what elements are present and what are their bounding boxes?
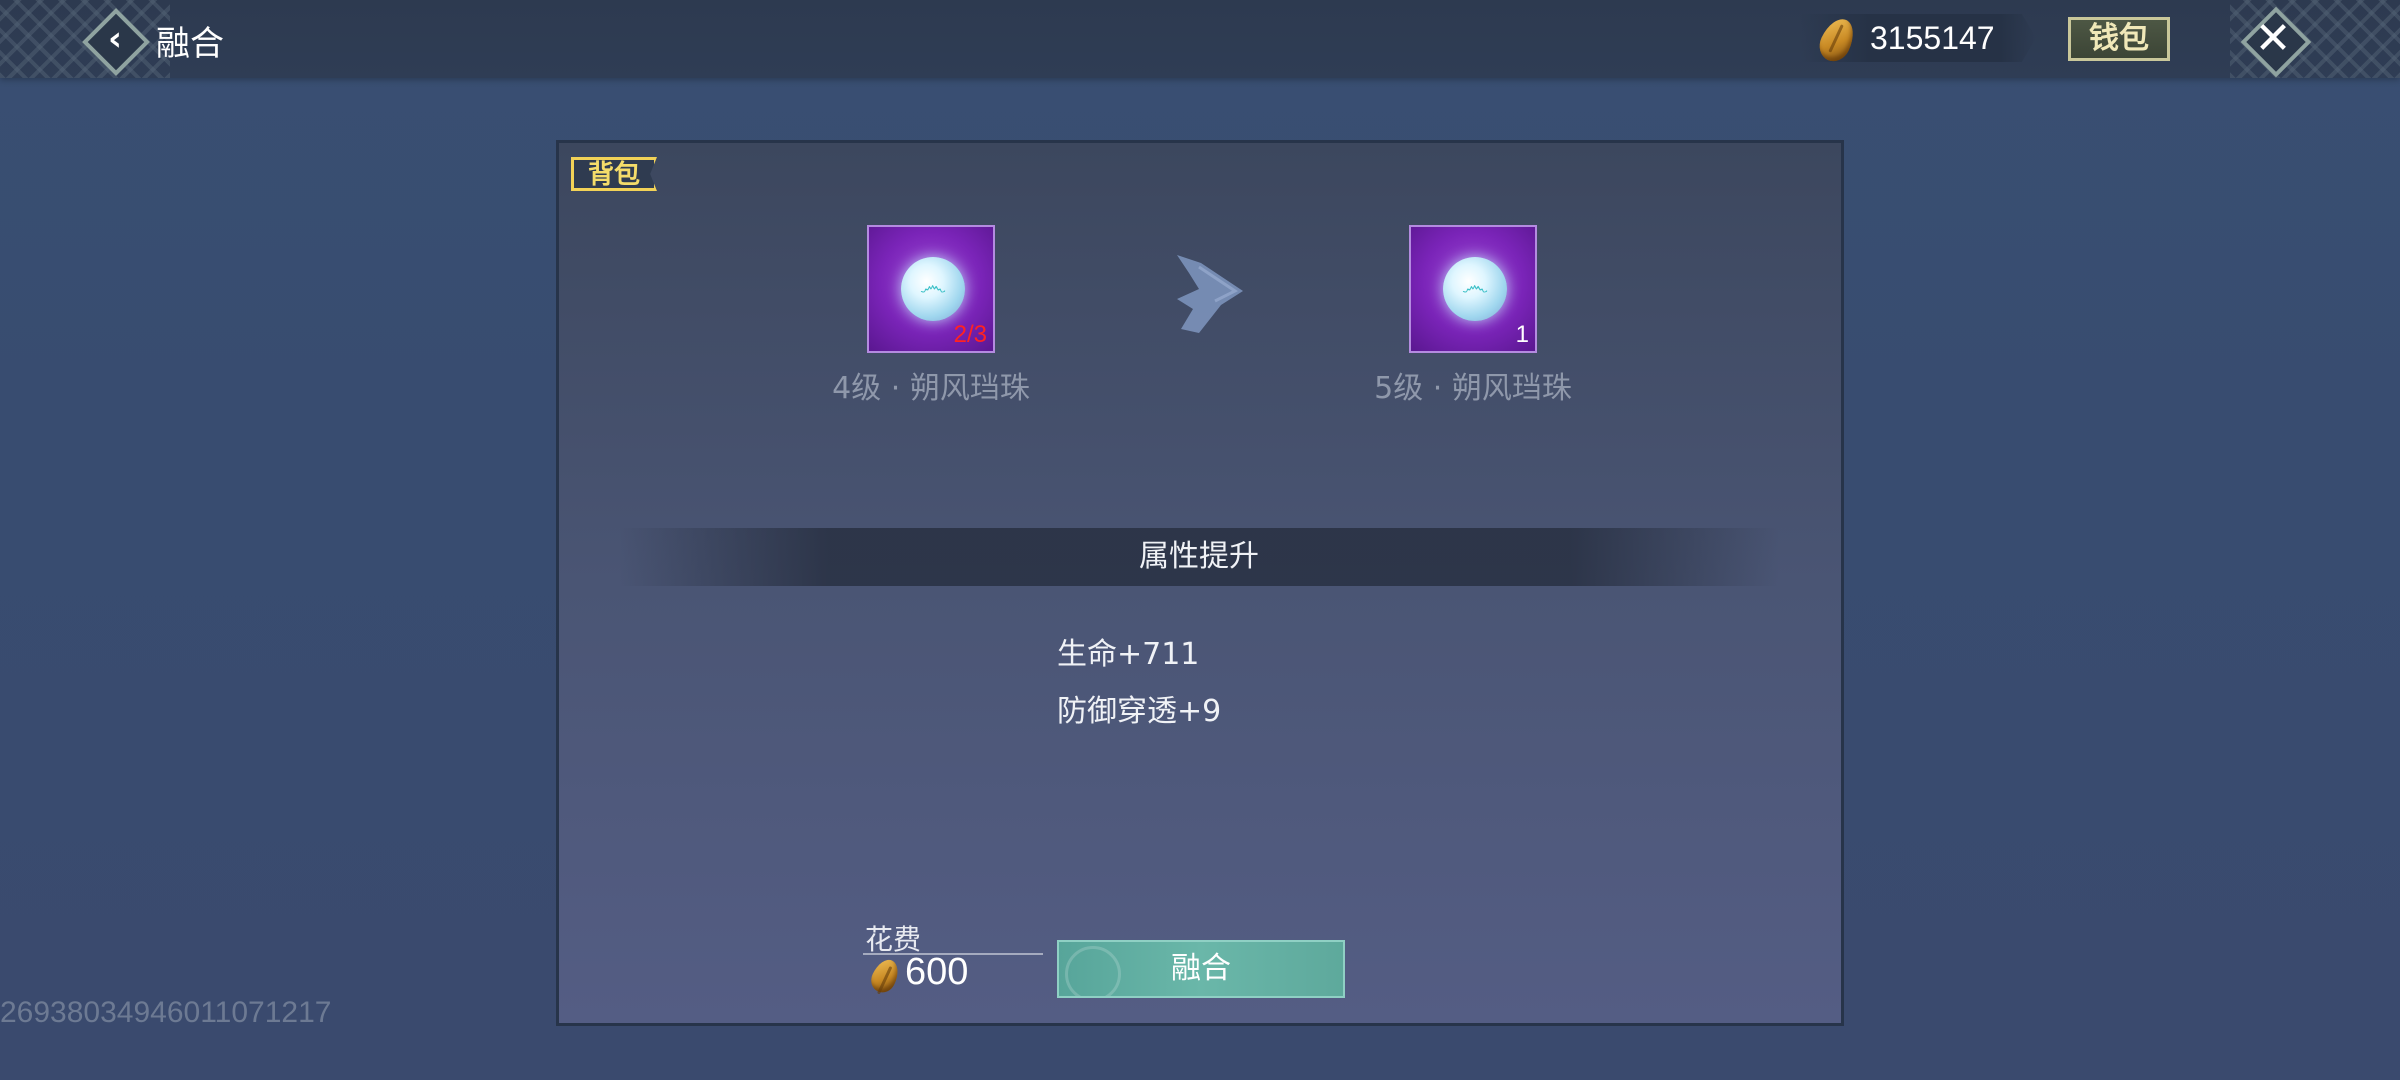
top-bar: ‹ 融合 3155147 钱包 ✕	[0, 0, 2400, 78]
source-item-slot[interactable]: 2/3	[867, 225, 995, 353]
wallet-button[interactable]: 钱包	[2068, 17, 2170, 61]
arrow-right-icon	[1177, 255, 1243, 333]
close-button[interactable]: ✕	[2240, 6, 2312, 78]
attribute-line: 生命+711	[1057, 637, 1200, 672]
back-button[interactable]: ‹	[80, 6, 150, 76]
bag-tab[interactable]: 背包	[571, 157, 657, 191]
attribute-banner: 属性提升	[619, 528, 1779, 586]
attribute-title: 属性提升	[1139, 539, 1259, 574]
chevron-left-icon: ‹	[107, 19, 122, 59]
fuse-button-label: 融合	[1171, 951, 1231, 986]
attribute-line: 防御穿透+9	[1057, 694, 1222, 729]
currency-amount: 3155147	[1870, 20, 1995, 56]
fuse-button[interactable]: 融合	[1057, 940, 1345, 998]
swirl-pattern	[1065, 946, 1121, 996]
page-title: 融合	[156, 24, 224, 64]
player-id-watermark: 2693803494601107121​7	[0, 996, 332, 1029]
wind-pearl-icon	[901, 257, 965, 321]
source-item-name: 4级 · 朔风珰珠	[832, 371, 1030, 406]
result-item-count: 1	[1515, 321, 1529, 348]
source-item-count: 2/3	[953, 321, 987, 348]
wind-pearl-icon	[1443, 257, 1507, 321]
fusion-panel: 背包 2/3 4级 · 朔风珰珠 1 5级 · 朔风珰珠 属性提升 生命+711…	[556, 140, 1844, 1026]
result-item-name: 5级 · 朔风珰珠	[1374, 371, 1572, 406]
result-item-slot[interactable]: 1	[1409, 225, 1537, 353]
cost-amount: 600	[905, 951, 969, 993]
close-icon: ✕	[2254, 13, 2292, 64]
seed-currency-icon	[866, 955, 904, 997]
